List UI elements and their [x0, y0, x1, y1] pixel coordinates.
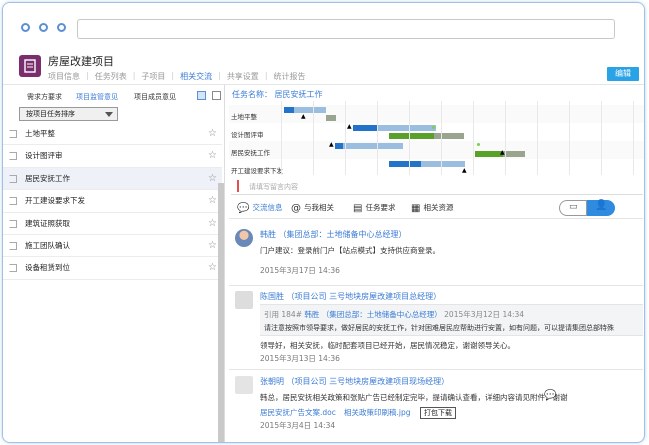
post-date: 2015年3月13日 14:36: [260, 354, 340, 363]
post-date: 2015年3月4日 14:34: [260, 421, 336, 430]
post-body: 韩总，居民安抚相关政策和张贴广告已经制定完毕，提请确认查看，详细内容请见附件，谢…: [260, 393, 568, 402]
gantt-title: 任务名称： 居民安抚工作: [232, 90, 323, 99]
star-icon[interactable]: ☆: [208, 235, 217, 257]
task-item[interactable]: 开工建设要求下发 ☆: [3, 190, 222, 213]
task-list: 土地平整 ☆ 设计图评审 ☆ 居民安抚工作 ☆ 开工建设要求下发 ☆ 建筑证照获取 ☆ 施…: [3, 123, 222, 280]
window-dot-icon[interactable]: [39, 23, 48, 32]
post-author[interactable]: 张朝明 （项目公司 三号地块房屋改建项目现场经理）: [260, 376, 449, 387]
project-title: 房屋改建项目: [48, 55, 114, 68]
task-label: 设计图评审: [25, 151, 63, 161]
gantt-row-label: 开工建设要求下发: [231, 167, 283, 175]
nav-tab-communication[interactable]: 相关交流: [180, 71, 212, 82]
star-icon[interactable]: ☆: [208, 190, 217, 212]
post-date: 2015年3月17日 14:36: [260, 266, 340, 275]
avatar[interactable]: [235, 376, 253, 394]
task-item[interactable]: 设备租赁到位 ☆: [3, 257, 222, 280]
comment-icon[interactable]: 💬: [544, 390, 556, 401]
gantt-row-label: 土地平整: [231, 113, 257, 121]
sort-select-label: 按项目任务排序: [26, 110, 75, 118]
list-icon: ▭: [569, 202, 578, 212]
task-label: 居民安抚工作: [25, 173, 70, 183]
title-bar: [3, 3, 644, 43]
person-toggle-button[interactable]: 👤: [587, 200, 615, 216]
resources-icon: ▦: [411, 202, 421, 214]
chat-icon: 💬: [237, 202, 250, 214]
gantt-row-label: 设计图评审: [231, 131, 264, 139]
scrollbar[interactable]: [644, 199, 645, 443]
gantt-row-label: 居民安抚工作: [231, 149, 270, 157]
tab-resources[interactable]: ▦ 相关资源: [411, 202, 453, 214]
grid-view-icon[interactable]: [212, 91, 221, 100]
at-icon: @: [291, 202, 301, 214]
nav-tab-info[interactable]: 项目信息: [48, 71, 80, 82]
project-nav: 项目信息 | 任务列表 | 子项目 | 相关交流 | 共享设置 | 统计报告: [48, 71, 306, 82]
task-item[interactable]: 施工团队确认 ☆: [3, 235, 222, 258]
opinion-tabs: 需求方要求 项目监管意见 项目成员意见: [3, 87, 225, 103]
tab-label: 相关资源: [423, 203, 454, 212]
tab-label: 任务要求: [365, 203, 396, 212]
task-label: 施工团队确认: [25, 240, 70, 250]
task-item[interactable]: 设计图评审 ☆: [3, 145, 222, 168]
tab-label: 交流信息: [252, 203, 283, 212]
gantt-chart: 土地平整 ▲ 设计图评审 ▲ 居民安抚工作 ▲ ▲ 开工建设要求下发 ▲: [229, 101, 644, 175]
person-icon: 👤: [595, 200, 608, 211]
tab-supervision-opinions[interactable]: 项目监管意见: [76, 92, 118, 102]
window-dot-icon[interactable]: [57, 23, 66, 32]
avatar[interactable]: [235, 229, 253, 247]
chevron-down-icon: [105, 112, 113, 117]
task-label: 土地平整: [25, 129, 55, 138]
scrollbar[interactable]: [218, 183, 224, 442]
tab-mentions[interactable]: @ 与我相关: [291, 202, 334, 214]
star-icon[interactable]: ☆: [208, 168, 217, 190]
list-view-icon[interactable]: [197, 91, 206, 100]
post-body: 领导好，相关安抚，临时配套项目已经开始，居民情况稳定，谢谢领导关心。: [260, 341, 515, 350]
post-author[interactable]: 陈国胜 （项目公司 三号地块房屋改建项目总经理）: [260, 291, 441, 302]
post-body: 门户建议：登录前门户【站点模式】支持供应商登录。: [260, 246, 440, 255]
task-label: 开工建设要求下发: [25, 196, 85, 206]
tab-messages[interactable]: 💬 交流信息: [237, 202, 282, 214]
avatar[interactable]: [235, 291, 253, 309]
task-item[interactable]: 居民安抚工作 ☆: [3, 167, 222, 191]
nav-tab-reports[interactable]: 统计报告: [274, 71, 306, 82]
task-label: 设备租赁到位: [25, 263, 70, 273]
document-icon: ▤: [353, 202, 363, 214]
star-icon[interactable]: ☆: [208, 213, 217, 235]
attachment-link[interactable]: 居民安抚广告文案.doc: [260, 407, 336, 418]
quoted-post: 引用 184# 韩胜 （集团总部：土地储备中心总经理） 2015年3月12日 1…: [260, 304, 643, 336]
star-icon[interactable]: ☆: [208, 257, 217, 279]
post-author[interactable]: 韩胜 （集团总部：土地储备中心总经理）: [260, 229, 407, 240]
task-item[interactable]: 建筑证照获取 ☆: [3, 213, 222, 235]
tab-label: 与我相关: [304, 203, 334, 212]
nav-tab-tasks[interactable]: 任务列表: [95, 71, 127, 82]
star-icon[interactable]: ☆: [208, 123, 217, 145]
window-dot-icon[interactable]: [21, 23, 30, 32]
address-bar[interactable]: [77, 19, 615, 39]
comment-placeholder: 请填写留言内容: [249, 183, 298, 191]
tab-member-opinions[interactable]: 项目成员意见: [134, 92, 176, 102]
pencil-icon: [237, 180, 239, 192]
comment-input[interactable]: 请填写留言内容: [231, 177, 643, 195]
edit-button[interactable]: 编辑: [607, 67, 639, 81]
star-icon[interactable]: ☆: [208, 145, 217, 167]
task-panel: 需求方要求 项目监管意见 项目成员意见 按项目任务排序 土地平整 ☆ 设计图评审 ☆…: [3, 85, 225, 442]
browser-window: 房屋改建项目 项目信息 | 任务列表 | 子项目 | 相关交流 | 共享设置 | 统计报告…: [2, 2, 645, 443]
nav-tab-subprojects[interactable]: 子项目: [141, 71, 165, 82]
download-all-button[interactable]: 打包下载: [420, 407, 456, 419]
sort-select[interactable]: 按项目任务排序: [19, 107, 118, 121]
tab-task-requirements[interactable]: ▤ 任务要求: [353, 202, 395, 214]
project-icon: [19, 55, 41, 77]
attachment-link[interactable]: 相关政策印刷稿.jpg: [344, 407, 411, 418]
tab-demand-requirements[interactable]: 需求方要求: [27, 92, 62, 102]
task-label: 建筑证照获取: [25, 218, 70, 228]
list-toggle-button[interactable]: ▭: [559, 200, 587, 216]
task-item[interactable]: 土地平整 ☆: [3, 123, 222, 146]
nav-tab-sharing[interactable]: 共享设置: [227, 71, 259, 82]
